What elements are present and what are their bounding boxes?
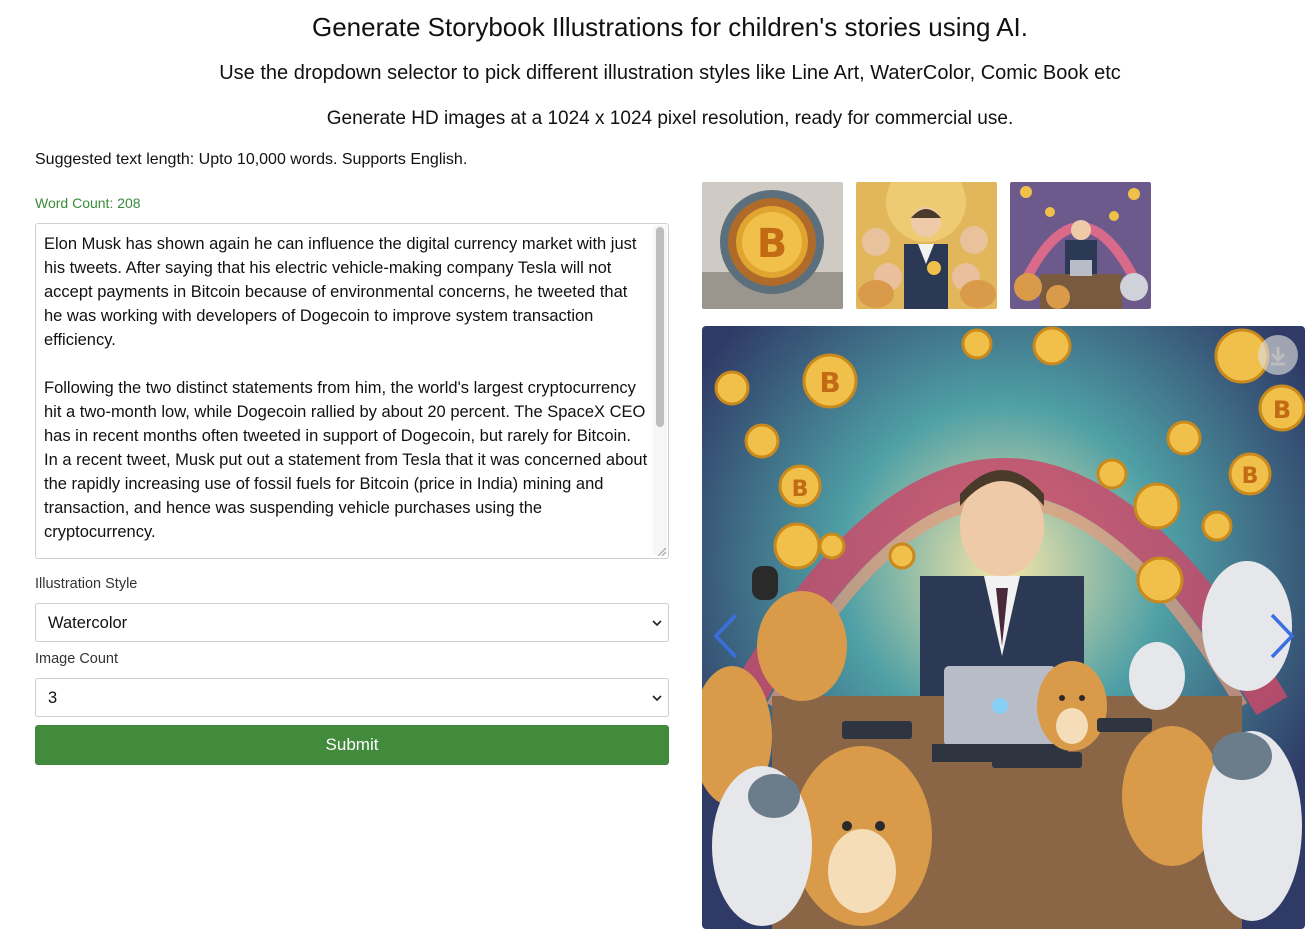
download-icon <box>1270 347 1286 366</box>
svg-text:B: B <box>792 477 809 502</box>
story-textarea[interactable]: Elon Musk has shown again he can influen… <box>35 223 669 559</box>
thumbnail-man-children[interactable] <box>856 182 997 309</box>
story-text[interactable]: Elon Musk has shown again he can influen… <box>44 232 649 554</box>
suggested-length-note: Suggested text length: Upto 10,000 words… <box>35 151 468 168</box>
thumbnail-man-laptop[interactable] <box>1010 182 1151 309</box>
chevron-down-icon <box>652 620 662 627</box>
page-title: Generate Storybook Illustrations for chi… <box>312 12 1028 42</box>
main-illustration: B B B B <box>702 326 1305 929</box>
chevron-down-icon <box>652 695 662 702</box>
svg-text:B: B <box>757 221 788 267</box>
image-count-value: 3 <box>48 689 58 707</box>
resize-handle-icon[interactable] <box>656 546 666 556</box>
svg-text:B: B <box>819 366 840 399</box>
svg-text:B: B <box>1273 396 1291 424</box>
download-button[interactable] <box>1258 335 1298 375</box>
thumbnail-bitcoin[interactable]: B <box>702 182 843 309</box>
illustration-style-value: Watercolor <box>48 614 128 632</box>
textarea-scrollbar[interactable] <box>653 225 667 555</box>
submit-button[interactable]: Submit <box>35 725 669 765</box>
illustration-style-label: Illustration Style <box>35 576 138 592</box>
resolution-note: Generate HD images at a 1024 x 1024 pixe… <box>326 108 1014 129</box>
chevron-right-icon[interactable] <box>1268 611 1296 661</box>
image-count-label: Image Count <box>35 651 119 667</box>
chevron-left-icon[interactable] <box>712 611 740 661</box>
word-count: Word Count: 208 <box>35 195 141 211</box>
illustration-style-select[interactable]: Watercolor <box>35 603 669 642</box>
page-subtitle: Use the dropdown selector to pick differ… <box>219 62 1121 84</box>
svg-text:B: B <box>1242 464 1259 489</box>
image-count-select[interactable]: 3 <box>35 678 669 717</box>
scrollbar-thumb[interactable] <box>656 227 664 427</box>
